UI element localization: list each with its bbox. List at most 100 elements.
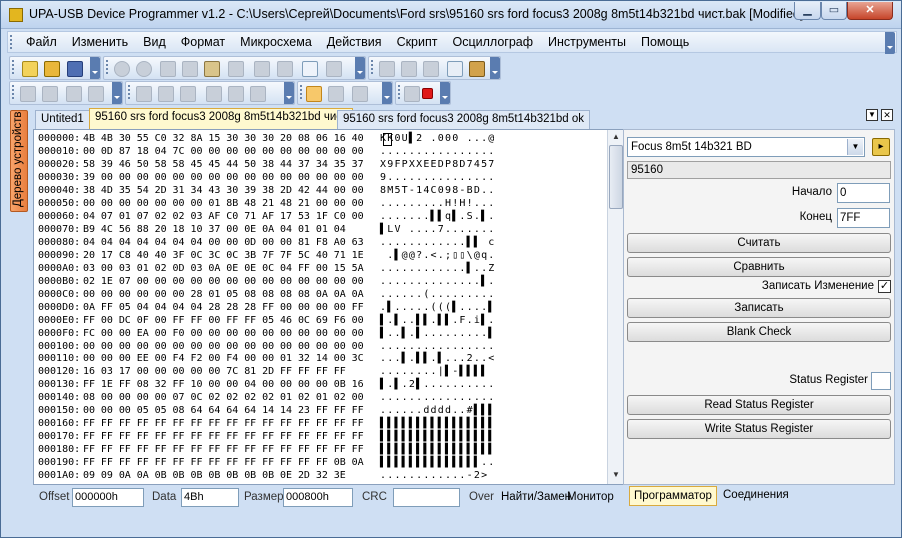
menu-view[interactable]: Вид [137, 35, 175, 50]
hex-row[interactable]: 000150: 00 00 00 05 05 08 64 64 64 64 14 … [38, 405, 496, 418]
hex-ascii[interactable]: ▌.▌..▌▌.▌▌.F.i▌. [380, 315, 496, 328]
hex-bytes[interactable]: FF FF FF FF FF FF FF FF FF FF FF FF FF F… [83, 457, 380, 470]
hex-ascii[interactable]: KK0U▌2 .000 ...@ [380, 133, 496, 146]
select-area-icon[interactable] [328, 86, 344, 102]
hex-ascii[interactable]: ................ [380, 392, 496, 405]
toolbar-edit-dropdown[interactable] [355, 57, 365, 79]
tab-untitled[interactable]: Untited1 [35, 110, 90, 129]
hex-bytes[interactable]: FF FF FF FF FF FF FF FF FF FF FF FF FF F… [83, 431, 380, 444]
hex-row[interactable]: 000180: FF FF FF FF FF FF FF FF FF FF FF … [38, 444, 496, 457]
hex-ascii[interactable]: .▌.....(((▌....▌ [380, 302, 496, 315]
erase-icon[interactable] [447, 61, 463, 77]
goto-icon[interactable] [326, 61, 342, 77]
hex-bytes[interactable]: FF 1E FF 08 32 FF 10 00 00 04 00 00 00 0… [83, 379, 380, 392]
hex-bytes[interactable]: 58 39 46 50 58 58 45 45 44 50 38 44 37 3… [83, 159, 380, 172]
hex-bytes[interactable]: 00 0D 87 18 04 7C 00 00 00 00 00 00 00 0… [83, 146, 380, 159]
open-folder-icon[interactable] [44, 61, 60, 77]
cursor-icon[interactable] [42, 86, 58, 102]
hex-bytes[interactable]: 00 00 00 00 00 00 00 00 00 00 00 00 00 0… [83, 341, 380, 354]
vertical-scrollbar[interactable]: ▲ ▼ [607, 130, 623, 484]
hex-ascii[interactable]: X9FPXXEEDP8D7457 [380, 159, 496, 172]
hex-ascii[interactable]: ▌..▌.▌.........▌ [380, 328, 496, 341]
read-button[interactable]: Считать [627, 233, 891, 253]
write-changes-checkbox[interactable]: ✓ [878, 280, 891, 293]
title-bar[interactable]: UPA-USB Device Programmer v1.2 - C:\User… [1, 1, 901, 29]
menubar-grip[interactable] [10, 35, 13, 49]
hex-bytes[interactable]: 16 03 17 00 00 00 00 00 7C 81 2D FF FF F… [83, 366, 380, 379]
hex-ascii[interactable]: ............▌▌ c [380, 237, 496, 250]
align-right-icon[interactable] [250, 86, 266, 102]
hex-row[interactable]: 000130: FF 1E FF 08 32 FF 10 00 00 04 00 … [38, 379, 496, 392]
hex-row[interactable]: 000190: FF FF FF FF FF FF FF FF FF FF FF … [38, 457, 496, 470]
hex-ascii[interactable]: ▌.▌.2▌.......... [380, 379, 496, 392]
toolbar-chip-dropdown[interactable] [490, 57, 500, 79]
italic-icon[interactable] [158, 86, 174, 102]
undo-icon[interactable] [114, 61, 130, 77]
hex-bytes[interactable]: FC 00 00 EA 00 F0 00 00 00 00 00 00 00 0… [83, 328, 380, 341]
cut-icon[interactable] [160, 61, 176, 77]
hex-ascii[interactable]: .▌@@?.<.;▯▯\@q. [380, 250, 496, 263]
write-button[interactable]: Записать [627, 298, 891, 318]
toolbar-run-dropdown[interactable] [440, 82, 450, 104]
hex-row[interactable]: 0000C0: 00 00 00 00 00 00 28 01 05 08 08 … [38, 289, 496, 302]
hex-row[interactable]: 000170: FF FF FF FF FF FF FF FF FF FF FF … [38, 431, 496, 444]
hex-row[interactable]: 000100: 00 00 00 00 00 00 00 00 00 00 00 … [38, 341, 496, 354]
hex-bytes[interactable]: 0A FF 05 04 04 04 04 28 28 28 FF 00 00 0… [83, 302, 380, 315]
hex-bytes[interactable]: FF FF FF FF FF FF FF FF FF FF FF FF FF F… [83, 418, 380, 431]
device-tree-tab[interactable]: Дерево устройств [10, 110, 28, 212]
find-replace-button[interactable]: Найти/Замен [501, 491, 571, 503]
stop-icon[interactable] [422, 88, 433, 99]
delete-icon[interactable] [228, 61, 244, 77]
hex-ascii[interactable]: ▌▌▌▌▌▌▌▌▌▌▌▌▌▌▌▌ [380, 418, 496, 431]
device-select[interactable]: Focus 8m5t 14b321 BD ▼ [627, 137, 865, 157]
hex-ascii[interactable]: ▌▌▌▌▌▌▌▌▌▌▌▌▌▌.. [380, 457, 496, 470]
hex-ascii[interactable]: .........H!H!... [380, 198, 496, 211]
hex-row[interactable]: 0000B0: 02 1E 07 00 00 00 00 00 00 00 00 … [38, 276, 496, 289]
tab-ok-file[interactable]: 95160 srs ford focus3 2008g 8m5t14b321bd… [337, 110, 591, 129]
end-address-field[interactable]: 7FF [837, 208, 890, 228]
tab-active-file[interactable]: 95160 srs ford focus3 2008g 8m5t14b321bd… [89, 108, 354, 129]
write-status-register-button[interactable]: Write Status Register [627, 419, 891, 439]
redo-icon[interactable] [136, 61, 152, 77]
start-address-field[interactable]: 0 [837, 183, 890, 203]
find-icon[interactable] [254, 61, 270, 77]
hex-row[interactable]: 000020: 58 39 46 50 58 58 45 45 44 50 38 … [38, 159, 496, 172]
hex-bytes[interactable]: 09 09 0A 0A 0B 0B 0B 0B 0B 0B 0B 0E 2D 3… [83, 470, 380, 483]
hex-bytes[interactable]: B9 4C 56 88 20 18 10 37 00 0E 0A 04 01 0… [83, 224, 380, 237]
bold-icon[interactable] [136, 86, 152, 102]
programmer-icon[interactable] [469, 61, 485, 77]
blank-check-button[interactable]: Blank Check [627, 322, 891, 342]
toolbar-select-dropdown[interactable] [382, 82, 392, 104]
data-field[interactable]: 4Bh [181, 488, 239, 507]
hex-row[interactable]: 0001A0: 09 09 0A 0A 0B 0B 0B 0B 0B 0B 0B … [38, 470, 496, 483]
hex-row[interactable]: 000160: FF FF FF FF FF FF FF FF FF FF FF … [38, 418, 496, 431]
play-icon[interactable] [404, 86, 420, 102]
menu-edit[interactable]: Изменить [66, 35, 137, 50]
hex-row[interactable]: 000010: 00 0D 87 18 04 7C 00 00 00 00 00 … [38, 146, 496, 159]
hex-bytes[interactable]: FF 00 DC 0F 00 FF FF 00 FF FF 05 46 0C 6… [83, 315, 380, 328]
select-pointer-icon[interactable] [306, 86, 322, 102]
chip-select-icon[interactable] [401, 61, 417, 77]
hex-bytes[interactable]: 02 1E 07 00 00 00 00 00 00 00 00 00 00 0… [83, 276, 380, 289]
menu-format[interactable]: Формат [175, 35, 234, 50]
hex-ascii[interactable]: ................ [380, 341, 496, 354]
replace-icon[interactable] [277, 61, 293, 77]
hex-row[interactable]: 000080: 04 04 04 04 04 04 04 00 00 0D 00 … [38, 237, 496, 250]
chip-icon[interactable] [379, 61, 395, 77]
hex-bytes[interactable]: 00 00 00 05 05 08 64 64 64 64 14 14 23 F… [83, 405, 380, 418]
copy-icon[interactable] [182, 61, 198, 77]
hex-editor[interactable]: 000000: 4B 4B 30 55 C0 32 8A 15 30 30 30 … [33, 129, 623, 485]
hex-row[interactable]: 0000F0: FC 00 00 EA 00 F0 00 00 00 00 00 … [38, 328, 496, 341]
compare-button[interactable]: Сравнить [627, 257, 891, 277]
scroll-down-icon[interactable]: ▼ [609, 468, 623, 482]
hex-row[interactable]: 0000E0: FF 00 DC 0F 00 FF FF 00 FF FF 05 … [38, 315, 496, 328]
minimize-button[interactable]: ▁ [794, 2, 821, 20]
menubar-overflow-button[interactable] [885, 32, 895, 54]
toolbar-format-dropdown[interactable] [284, 82, 294, 104]
hex-ascii[interactable]: 8M5T-14C098-BD.. [380, 185, 496, 198]
scroll-thumb[interactable] [609, 145, 623, 209]
offset-field[interactable]: 000000h [72, 488, 144, 507]
hex-row[interactable]: 000050: 00 00 00 00 00 00 00 01 8B 48 21 … [38, 198, 496, 211]
save-icon[interactable] [67, 61, 83, 77]
status-register-field[interactable] [871, 372, 891, 390]
